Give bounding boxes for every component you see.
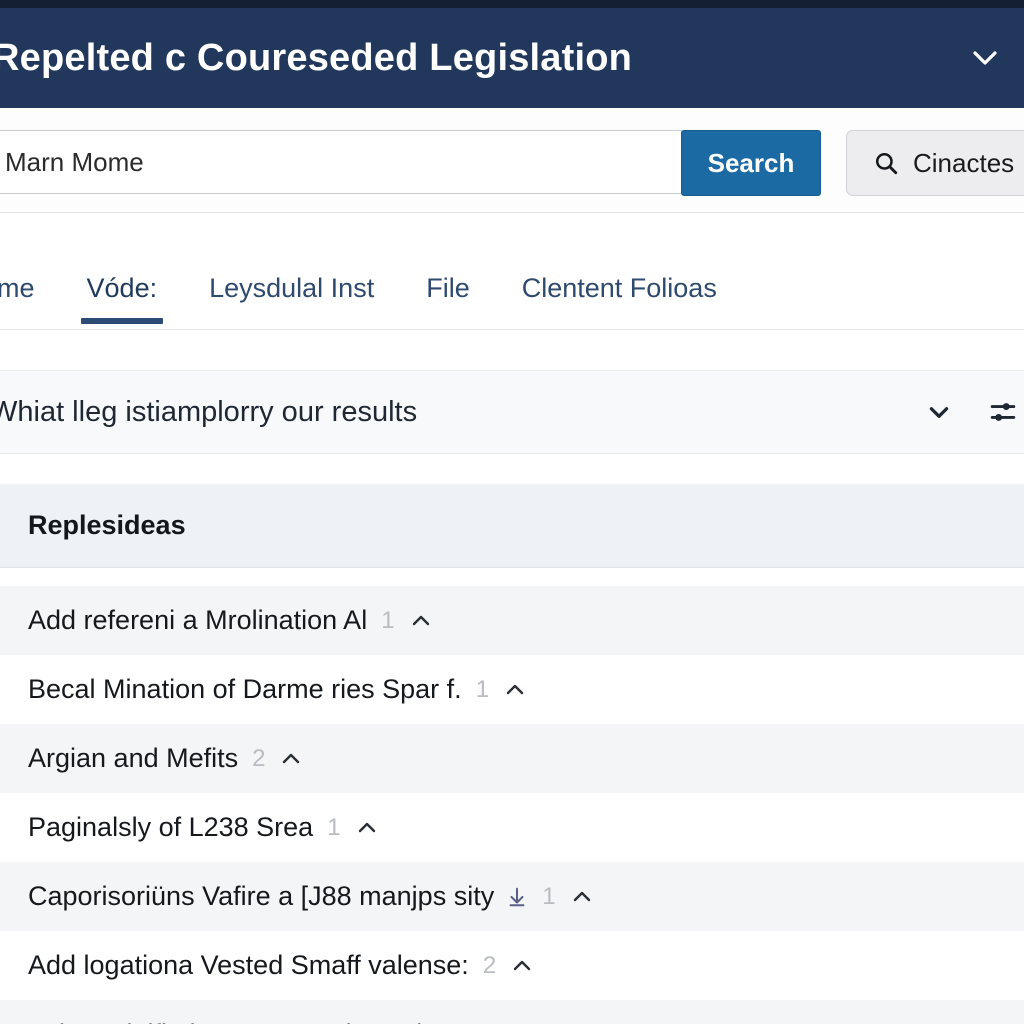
chevron-up-icon[interactable]	[409, 609, 433, 633]
page-header: Repelted c Coureseded Legislation	[0, 8, 1024, 108]
list-item-count: 1	[381, 606, 395, 634]
list-item-label: Paginalsly of L238 Srea	[28, 812, 314, 842]
search-field-wrapper[interactable]	[0, 130, 682, 194]
search-input[interactable]	[5, 146, 682, 178]
cinactes-button[interactable]: Cinactes	[846, 130, 1024, 196]
search-button[interactable]: Search	[681, 130, 821, 196]
list-item[interactable]: Add logationa Vested Smaff valense: 2	[0, 931, 1024, 1000]
chevron-up-icon[interactable]	[503, 678, 527, 702]
list-item-label: Becal Mination of Darme ries Spar f.	[28, 674, 462, 704]
window-top-strip	[0, 0, 1024, 8]
cinactes-button-label: Cinactes	[913, 147, 1015, 178]
chevron-up-icon[interactable]	[570, 885, 594, 909]
list-item[interactable]: Add refereni a Mrolination Al 1	[0, 586, 1024, 655]
sliders-icon[interactable]	[990, 399, 1016, 425]
page-title: Repelted c Coureseded Legislation	[0, 37, 633, 79]
list-item[interactable]: Argian and Mefits 2	[0, 724, 1024, 793]
results-filter-actions	[926, 399, 1018, 425]
chevron-up-icon[interactable]	[355, 816, 379, 840]
list-item-label: Argian and Mefits	[28, 743, 239, 773]
app-window: Repelted c Coureseded Legislation Search…	[0, 0, 1024, 1024]
results-filter-label: Whiat lleg istiamplorry our results	[0, 395, 418, 428]
results-section-header: Replesideas	[0, 484, 1024, 568]
tab-vode[interactable]: Vóde:	[61, 275, 184, 330]
tab-bar: ame Vóde: Leysdulal Inst File Clentent F…	[0, 214, 1024, 330]
chevron-up-icon[interactable]	[510, 954, 534, 978]
chevron-down-icon[interactable]	[926, 399, 952, 425]
list-item[interactable]: Becal Mination of Darme ries Spar f. 1	[0, 655, 1024, 724]
tab-leysdulal-inst[interactable]: Leysdulal Inst	[183, 275, 400, 330]
list-item-count: 2	[252, 744, 266, 772]
download-icon[interactable]	[506, 886, 528, 908]
tab-file[interactable]: File	[400, 275, 496, 330]
results-section-title: Replesideas	[28, 510, 186, 540]
tab-clentent-folioas[interactable]: Clentent Folioas	[496, 275, 743, 330]
search-icon	[873, 150, 899, 176]
tab-label: File	[426, 273, 470, 303]
list-item-count: 1	[327, 813, 341, 841]
list-item-count: 1	[542, 882, 556, 910]
list-item-count: 2	[482, 951, 497, 979]
tab-label: Clentent Folioas	[521, 273, 717, 303]
tab-label: Vóde:	[86, 273, 158, 303]
list-item[interactable]: Paginalsly of L238 Srea 1	[0, 793, 1024, 862]
list-item-count: 1	[475, 675, 490, 703]
list-item[interactable]: Caporisoriüns Vafire a [J88 manjps sity …	[0, 862, 1024, 931]
tab-ame[interactable]: ame	[0, 275, 61, 330]
list-item[interactable]: Avis tradulfitniony 714 maripes sity 1	[0, 1000, 1024, 1024]
chevron-up-icon[interactable]	[279, 747, 303, 771]
list-item-label: Caporisoriüns Vafire a [J88 manjps sity	[28, 881, 495, 911]
chevron-down-icon[interactable]	[970, 43, 1000, 73]
tab-label: ame	[0, 273, 35, 303]
list-item-label: Add refereni a Mrolination Al	[28, 605, 368, 635]
list-item-label: Add logationa Vested Smaff valense:	[28, 950, 469, 980]
results-filter-bar[interactable]: Whiat lleg istiamplorry our results	[0, 370, 1024, 454]
tab-list: ame Vóde: Leysdulal Inst File Clentent F…	[0, 214, 743, 330]
tab-label: Leysdulal Inst	[209, 273, 375, 303]
results-list: Add refereni a Mrolination Al 1 Becal Mi…	[0, 586, 1024, 1024]
search-toolbar: Search Cinactes	[0, 108, 1024, 213]
